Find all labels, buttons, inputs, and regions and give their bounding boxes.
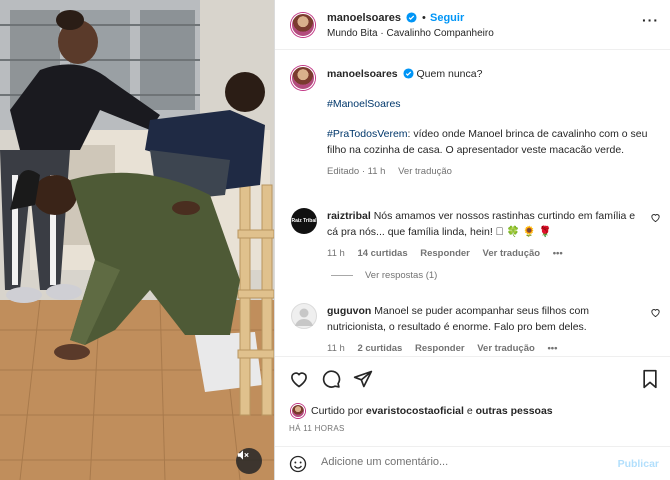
comment-reply-button[interactable]: Responder <box>420 248 470 259</box>
comment-username[interactable]: raiztribal <box>327 210 371 222</box>
caption-username[interactable]: manoelsoares <box>327 68 398 80</box>
audio-track-link[interactable]: Mundo Bita · Cavalinho Companheiro <box>327 28 494 39</box>
add-comment-bar: Publicar <box>275 446 670 480</box>
post-side-panel: manoelsoares • Seguir Mundo Bita · Caval… <box>274 0 670 480</box>
follow-button[interactable]: Seguir <box>430 12 464 24</box>
comment-meta: 11 h 2 curtidas Responder Ver tradução •… <box>327 341 637 357</box>
comment-content: raiztribal Nós amamos ver nossos rastinh… <box>327 208 637 240</box>
caption-author-avatar[interactable] <box>291 66 315 90</box>
bookmark-icon[interactable] <box>641 369 659 389</box>
caption-first-line: manoelsoares Quem nunca? <box>327 66 657 82</box>
comment-username[interactable]: guguvon <box>327 305 371 317</box>
comment-icon[interactable] <box>321 369 341 389</box>
comment-more-button[interactable]: ••• <box>553 248 563 259</box>
comment-content: guguvon Manoel se puder acompanhar seus … <box>327 303 637 335</box>
hashtag-link[interactable]: #ManoelSoares <box>327 98 401 110</box>
liked-by-prefix: Curtido por <box>311 405 366 417</box>
liked-by-others[interactable]: outras pessoas <box>476 405 553 417</box>
verified-icon <box>406 12 417 23</box>
view-replies-button[interactable]: Ver respostas (1) <box>331 270 437 281</box>
liked-by-summary: Curtido por evaristocostaoficial e outra… <box>311 405 553 417</box>
caption-meta: Editado · 11 h Ver tradução <box>327 164 657 180</box>
caption-hashtag-line: #ManoelSoares <box>327 96 657 112</box>
comment-time: 11 h <box>327 248 345 259</box>
caption-text: Quem nunca? <box>416 68 483 80</box>
caption-translate-link[interactable]: Ver tradução <box>398 166 452 177</box>
author-username[interactable]: manoelsoares <box>327 12 401 24</box>
comment-time: 11 h <box>327 343 345 354</box>
comment-more-button[interactable]: ••• <box>547 343 557 354</box>
author-avatar[interactable] <box>291 13 315 37</box>
comment-text: Nós amamos ver nossos rastinhas curtindo… <box>327 210 636 238</box>
mute-button[interactable] <box>236 448 262 474</box>
mute-icon <box>237 450 249 460</box>
instagram-post-dialog: manoelsoares • Seguir Mundo Bita · Caval… <box>0 0 670 480</box>
pratodosverem-hashtag-link[interactable]: #PraTodosVerem <box>327 128 408 140</box>
comment-translate-link[interactable]: Ver tradução <box>483 248 541 259</box>
view-replies-label: Ver respostas (1) <box>365 270 438 281</box>
more-options-button[interactable]: ··· <box>642 12 659 28</box>
caption-edited-time: Editado · 11 h <box>327 166 386 177</box>
like-heart-icon[interactable] <box>289 369 309 389</box>
comment-meta: 11 h 14 curtidas Responder Ver tradução … <box>327 246 637 262</box>
comment-translate-link[interactable]: Ver tradução <box>477 343 535 354</box>
post-actions: Curtido por evaristocostaoficial e outra… <box>275 356 670 446</box>
default-avatar-icon <box>295 308 313 326</box>
post-timestamp[interactable]: HÁ 11 HORAS <box>289 424 345 433</box>
liked-by-avatar[interactable] <box>291 404 305 418</box>
comment-likes[interactable]: 2 curtidas <box>357 343 402 354</box>
emoji-icon[interactable] <box>289 455 307 473</box>
verified-icon <box>403 68 414 79</box>
publish-button[interactable]: Publicar <box>618 458 659 470</box>
heart-icon[interactable] <box>650 307 661 318</box>
comment-body: raiztribal Nós amamos ver nossos rastinh… <box>327 208 637 262</box>
commenter-avatar-logo: Raiz Tribal <box>291 218 317 224</box>
video-frame <box>0 0 274 480</box>
commenter-avatar[interactable] <box>291 303 317 329</box>
caption-body: manoelsoares Quem nunca? #ManoelSoares #… <box>327 66 657 180</box>
post-video[interactable] <box>0 0 274 480</box>
author-username-row: manoelsoares <box>327 12 417 24</box>
share-icon[interactable] <box>353 369 373 389</box>
liked-by-middle: e <box>463 405 476 417</box>
add-comment-input[interactable] <box>321 456 611 468</box>
commenter-avatar[interactable]: Raiz Tribal <box>291 208 317 234</box>
liked-by-user[interactable]: evaristocostaoficial <box>366 405 464 417</box>
caption-description: #PraTodosVerem: vídeo onde Manoel brinca… <box>327 126 657 158</box>
heart-icon[interactable] <box>650 212 661 223</box>
header-separator: • <box>422 12 426 24</box>
comment-reply-button[interactable]: Responder <box>415 343 465 354</box>
post-header: manoelsoares • Seguir Mundo Bita · Caval… <box>275 0 670 50</box>
comment-likes[interactable]: 14 curtidas <box>357 248 407 259</box>
comment-body: guguvon Manoel se puder acompanhar seus … <box>327 303 637 357</box>
replies-divider <box>331 274 353 276</box>
